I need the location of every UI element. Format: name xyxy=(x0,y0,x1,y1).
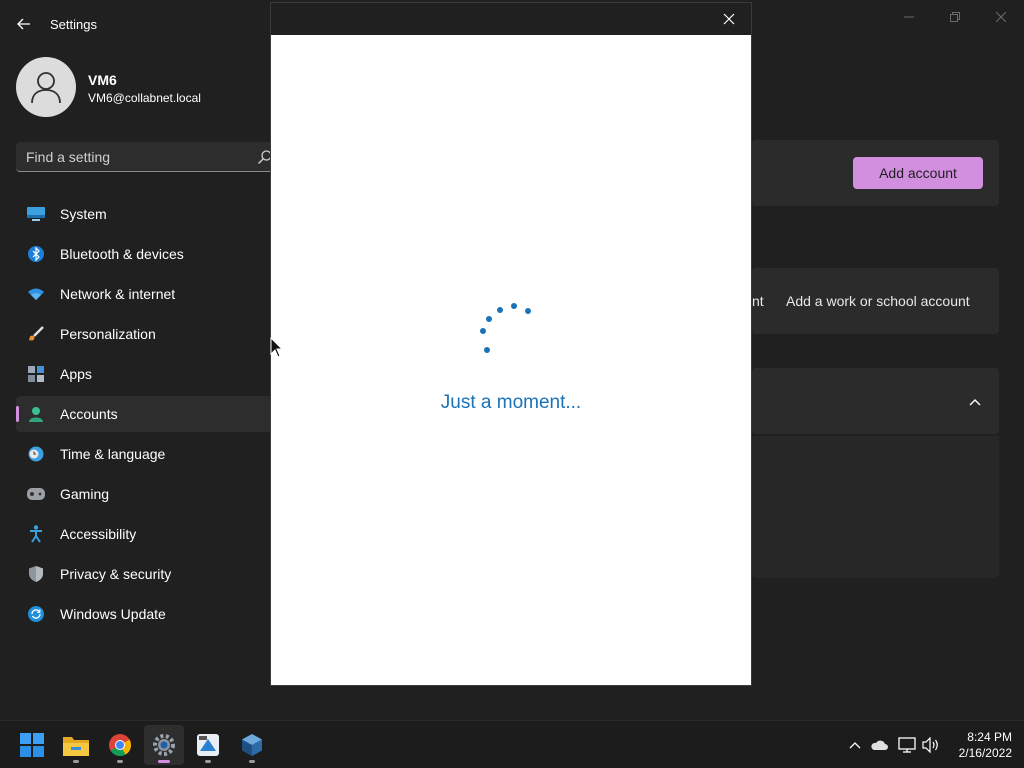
clock-globe-icon xyxy=(27,445,45,463)
sidebar-item-label: Bluetooth & devices xyxy=(60,246,184,262)
add-work-account-link[interactable]: Add a work or school account xyxy=(786,293,970,309)
user-icon xyxy=(31,72,61,104)
user-email: VM6@collabnet.local xyxy=(88,91,201,105)
expander-card[interactable] xyxy=(752,368,999,434)
sidebar-item-label: Apps xyxy=(60,366,92,382)
tray-onedrive[interactable] xyxy=(870,736,888,754)
close-button[interactable] xyxy=(978,6,1024,28)
selection-indicator xyxy=(16,406,19,422)
sidebar-item-accessibility[interactable]: Accessibility xyxy=(16,516,278,552)
minimize-icon xyxy=(904,16,914,18)
brush-icon xyxy=(27,325,45,343)
sidebar-item-label: Network & internet xyxy=(60,286,176,302)
avatar[interactable] xyxy=(16,57,76,117)
remote-tool-icon xyxy=(197,734,219,756)
sidebar-item-privacy[interactable]: Privacy & security xyxy=(16,556,278,592)
clock-time: 8:24 PM xyxy=(967,730,1012,744)
taskbar-settings[interactable] xyxy=(144,725,184,765)
add-account-button[interactable]: Add account xyxy=(853,157,983,189)
sidebar-item-gaming[interactable]: Gaming xyxy=(16,476,278,512)
sidebar-item-time-language[interactable]: Time & language xyxy=(16,436,278,472)
sidebar-item-label: Personalization xyxy=(60,326,156,342)
sidebar-item-accounts[interactable]: Accounts xyxy=(16,396,278,432)
taskbar-file-explorer[interactable] xyxy=(56,725,96,765)
close-icon xyxy=(723,13,735,25)
chrome-icon xyxy=(109,734,131,756)
update-icon xyxy=(27,605,45,623)
sidebar-item-label: Gaming xyxy=(60,486,110,502)
back-button[interactable] xyxy=(12,12,36,36)
sidebar-item-label: Windows Update xyxy=(60,606,166,622)
sidebar-item-label: Accounts xyxy=(60,406,118,422)
taskbar: 8:24 PM 2/16/2022 xyxy=(0,720,1024,768)
expander-content xyxy=(752,436,999,578)
app-title: Settings xyxy=(50,17,97,32)
bluetooth-icon xyxy=(27,245,45,263)
chevron-up-icon[interactable] xyxy=(966,394,984,410)
sidebar-item-label: Accessibility xyxy=(60,526,137,542)
system-icon xyxy=(27,205,45,223)
accounts-icon xyxy=(27,405,45,423)
start-icon xyxy=(20,733,44,757)
partial-label: nt xyxy=(752,293,764,309)
taskbar-remote-tool[interactable] xyxy=(188,725,228,765)
minimize-button[interactable] xyxy=(886,6,932,28)
tray-overflow-button[interactable] xyxy=(846,736,864,754)
shield-icon xyxy=(27,565,45,583)
running-indicator xyxy=(117,760,123,763)
loading-message: Just a moment... xyxy=(440,392,582,413)
sidebar-item-windows-update[interactable]: Windows Update xyxy=(16,596,278,632)
arrow-left-icon xyxy=(17,18,30,30)
sidebar-item-label: Privacy & security xyxy=(60,566,172,582)
restore-icon xyxy=(950,12,960,22)
start-button[interactable] xyxy=(12,725,52,765)
sidebar-item-system[interactable]: System xyxy=(16,196,278,232)
running-indicator xyxy=(158,760,170,763)
maximize-button[interactable] xyxy=(932,6,978,28)
tray-volume[interactable] xyxy=(922,736,940,754)
search-box xyxy=(16,142,278,172)
sign-in-dialog: Just a moment... xyxy=(270,2,752,686)
volume-icon xyxy=(922,737,938,753)
gamepad-icon xyxy=(27,485,45,503)
sidebar-item-bluetooth[interactable]: Bluetooth & devices xyxy=(16,236,278,272)
clock-date: 2/16/2022 xyxy=(958,746,1012,760)
search-input[interactable] xyxy=(26,142,246,171)
onedrive-icon xyxy=(871,740,888,750)
mouse-cursor-icon xyxy=(270,337,284,358)
chevron-up-icon xyxy=(849,742,861,749)
network-icon xyxy=(898,737,916,753)
running-indicator xyxy=(73,760,79,763)
sidebar-nav: System Bluetooth & devices Network & int… xyxy=(16,196,278,636)
loading-spinner xyxy=(480,303,531,353)
sidebar-item-label: System xyxy=(60,206,107,222)
dialog-title-bar xyxy=(271,3,751,35)
wifi-icon xyxy=(27,285,45,303)
settings-icon xyxy=(153,734,175,756)
sidebar-item-personalization[interactable]: Personalization xyxy=(16,316,278,352)
user-name: VM6 xyxy=(88,72,117,88)
file-explorer-icon xyxy=(63,737,89,756)
virtualbox-icon xyxy=(242,734,262,756)
taskbar-chrome[interactable] xyxy=(100,725,140,765)
taskbar-virtualbox[interactable] xyxy=(232,725,272,765)
dialog-close-button[interactable] xyxy=(717,7,741,31)
sidebar-item-apps[interactable]: Apps xyxy=(16,356,278,392)
apps-icon xyxy=(27,365,45,383)
taskbar-clock[interactable]: 8:24 PM 2/16/2022 xyxy=(948,729,1012,761)
sidebar-item-label: Time & language xyxy=(60,446,166,462)
running-indicator xyxy=(205,760,211,763)
tray-network[interactable] xyxy=(898,736,916,754)
accessibility-icon xyxy=(27,525,45,543)
running-indicator xyxy=(249,760,255,763)
close-icon xyxy=(996,12,1006,22)
sidebar-item-network[interactable]: Network & internet xyxy=(16,276,278,312)
